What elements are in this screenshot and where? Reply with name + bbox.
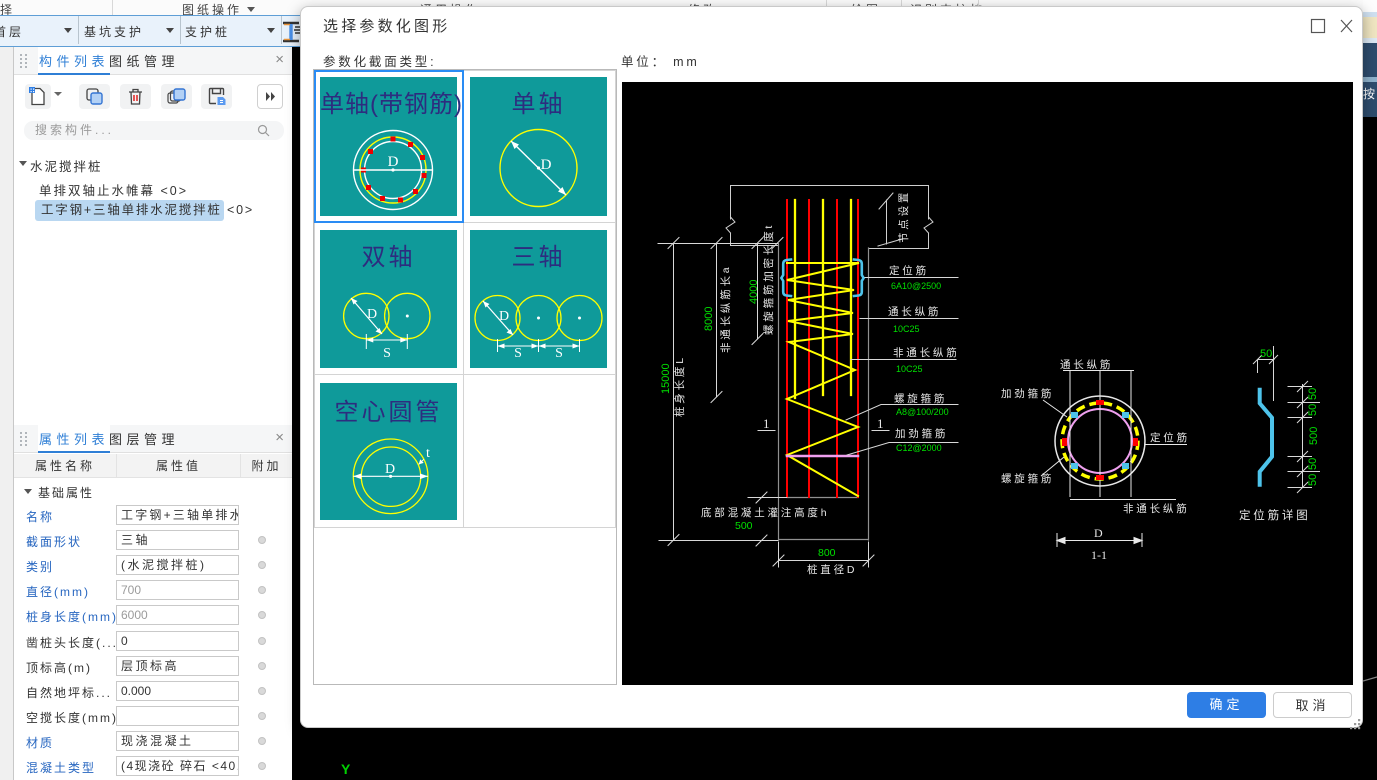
svg-text:D: D <box>385 462 395 477</box>
svg-text:非通长纵筋长a: 非通长纵筋长a <box>719 265 732 353</box>
svg-text:通长纵筋: 通长纵筋 <box>888 305 941 318</box>
svg-text:50: 50 <box>1307 404 1319 416</box>
svg-text:非通长纵筋: 非通长纵筋 <box>893 346 960 359</box>
svg-text:通长纵筋: 通长纵筋 <box>1060 358 1113 371</box>
svg-text:D: D <box>541 157 552 173</box>
svg-text:螺旋箍筋: 螺旋箍筋 <box>1001 472 1054 485</box>
svg-text:1: 1 <box>877 416 884 431</box>
svg-text:桩直径D: 桩直径D <box>807 563 857 576</box>
svg-text:10C25: 10C25 <box>893 324 920 334</box>
svg-text:定位筋: 定位筋 <box>1150 431 1190 444</box>
svg-text:定位筋: 定位筋 <box>889 264 929 277</box>
svg-text:S: S <box>514 346 522 361</box>
svg-text:S: S <box>383 346 391 361</box>
svg-text:定位筋详图: 定位筋详图 <box>1239 508 1311 522</box>
svg-text:8000: 8000 <box>703 307 715 331</box>
svg-text:4000: 4000 <box>748 280 760 304</box>
svg-text:500: 500 <box>1308 427 1320 445</box>
svg-text:加劲箍筋: 加劲箍筋 <box>895 427 948 440</box>
svg-text:C12@2000: C12@2000 <box>896 443 942 453</box>
svg-text:50: 50 <box>1307 388 1319 400</box>
svg-text:D: D <box>388 154 399 170</box>
svg-text:螺旋箍筋: 螺旋箍筋 <box>894 392 947 405</box>
svg-text:6A10@2500: 6A10@2500 <box>891 281 941 291</box>
svg-text:S: S <box>555 346 563 361</box>
svg-text:50: 50 <box>1307 458 1319 470</box>
svg-text:非通长纵筋: 非通长纵筋 <box>1123 502 1190 515</box>
svg-text:A8@100/200: A8@100/200 <box>896 407 949 417</box>
svg-text:D: D <box>1094 526 1103 540</box>
svg-text:D: D <box>367 307 377 322</box>
svg-text:500: 500 <box>735 520 753 532</box>
svg-text:50: 50 <box>1260 348 1272 360</box>
svg-text:螺旋箍筋加密长度t: 螺旋箍筋加密长度t <box>762 223 775 335</box>
svg-text:1: 1 <box>763 416 770 431</box>
svg-text:底部混凝土灌注高度h: 底部混凝土灌注高度h <box>701 506 829 519</box>
svg-text:D: D <box>499 309 509 324</box>
svg-text:节点设置: 节点设置 <box>898 190 910 243</box>
svg-text:15000: 15000 <box>660 363 672 394</box>
svg-text:50: 50 <box>1307 474 1319 486</box>
svg-text:1-1: 1-1 <box>1091 548 1107 562</box>
svg-text:t: t <box>426 446 430 461</box>
svg-text:10C25: 10C25 <box>896 364 923 374</box>
svg-text:桩身长度L: 桩身长度L <box>673 355 686 417</box>
svg-text:800: 800 <box>818 547 836 559</box>
svg-text:加劲箍筋: 加劲箍筋 <box>1001 387 1054 400</box>
